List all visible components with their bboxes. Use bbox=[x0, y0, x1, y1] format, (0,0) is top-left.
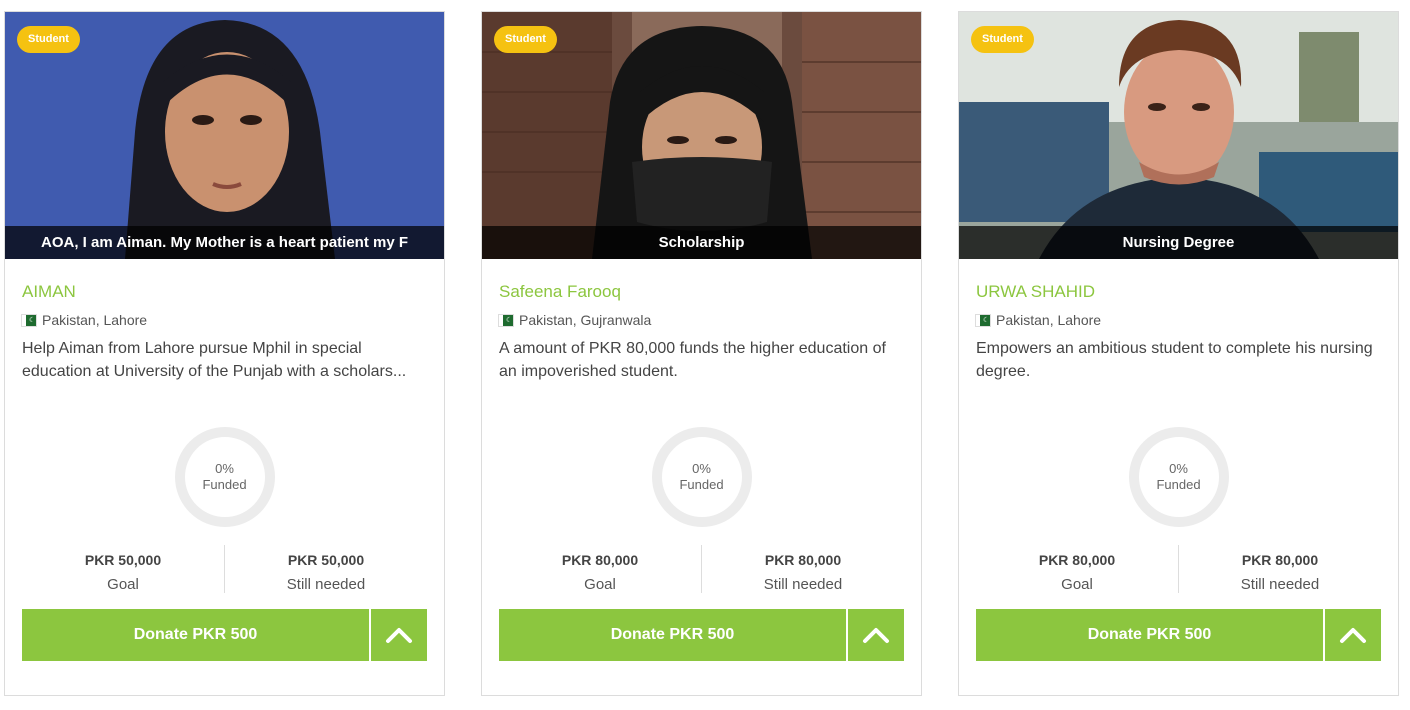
campaign-description: Empowers an ambitious student to complet… bbox=[976, 340, 1373, 380]
location: ☾ Pakistan, Lahore bbox=[976, 311, 1381, 329]
pakistan-flag-icon: ☾ bbox=[22, 314, 36, 326]
card-actions: Donate PKR 500 bbox=[22, 609, 427, 661]
campaign-photo[interactable]: Student Scholarship bbox=[482, 12, 921, 259]
funding-stats: PKR 80,000 Goal PKR 80,000 Still needed bbox=[499, 545, 904, 593]
goal-amount: PKR 50,000 bbox=[84, 552, 162, 568]
photo-caption: Nursing Degree bbox=[959, 226, 1398, 259]
funding-ring: 0% Funded bbox=[651, 427, 752, 527]
campaign-card[interactable]: Student Nursing Degree URWA SHAHID ☾ Pak… bbox=[958, 11, 1399, 696]
goal-amount: PKR 80,000 bbox=[1038, 552, 1116, 568]
funding-progress: 0% Funded bbox=[976, 427, 1381, 533]
location: ☾ Pakistan, Lahore bbox=[22, 311, 427, 329]
campaign-description: Help Aiman from Lahore pursue Mphil in s… bbox=[22, 340, 407, 380]
beneficiary-name[interactable]: URWA SHAHID bbox=[976, 281, 1381, 303]
category-badge: Student bbox=[971, 26, 1034, 53]
category-badge: Student bbox=[494, 26, 557, 53]
funding-ring: 0% Funded bbox=[174, 427, 275, 527]
needed-stat: PKR 50,000 Still needed bbox=[224, 545, 427, 593]
chevron-up-icon bbox=[386, 628, 412, 643]
category-badge: Student bbox=[17, 26, 80, 53]
goal-stat: PKR 80,000 Goal bbox=[499, 545, 701, 593]
funded-percent: 0% bbox=[215, 461, 234, 476]
goal-label: Goal bbox=[584, 576, 616, 593]
goal-amount: PKR 80,000 bbox=[561, 552, 639, 568]
card-actions: Donate PKR 500 bbox=[499, 609, 904, 661]
needed-label: Still needed bbox=[286, 576, 366, 593]
goal-label: Goal bbox=[107, 576, 139, 593]
funding-progress: 0% Funded bbox=[22, 427, 427, 533]
needed-amount: PKR 80,000 bbox=[1241, 552, 1319, 568]
funded-percent: 0% bbox=[1169, 461, 1188, 476]
chevron-up-icon bbox=[1340, 628, 1366, 643]
needed-label: Still needed bbox=[763, 576, 843, 593]
expand-toggle-button[interactable] bbox=[371, 609, 427, 661]
chevron-up-icon bbox=[863, 628, 889, 643]
photo-caption: Scholarship bbox=[482, 226, 921, 259]
campaign-card[interactable]: Student Scholarship Safeena Farooq ☾ Pak… bbox=[481, 11, 922, 696]
pakistan-flag-icon: ☾ bbox=[976, 314, 990, 326]
photo-caption: AOA, I am Aiman. My Mother is a heart pa… bbox=[5, 226, 444, 259]
goal-label: Goal bbox=[1061, 576, 1093, 593]
goal-stat: PKR 50,000 Goal bbox=[22, 545, 224, 593]
location-text: Pakistan, Lahore bbox=[42, 312, 148, 328]
funding-ring: 0% Funded bbox=[1128, 427, 1229, 527]
donate-button[interactable]: Donate PKR 500 bbox=[976, 609, 1323, 661]
funded-percent: 0% bbox=[692, 461, 711, 476]
beneficiary-name[interactable]: AIMAN bbox=[22, 281, 427, 303]
needed-stat: PKR 80,000 Still needed bbox=[701, 545, 904, 593]
card-actions: Donate PKR 500 bbox=[976, 609, 1381, 661]
campaign-photo[interactable]: Student AOA, I am Aiman. My Mother is a … bbox=[5, 12, 444, 259]
campaign-description: A amount of PKR 80,000 funds the higher … bbox=[499, 340, 886, 380]
location-text: Pakistan, Lahore bbox=[996, 312, 1102, 328]
funded-label: Funded bbox=[679, 477, 724, 492]
location: ☾ Pakistan, Gujranwala bbox=[499, 311, 904, 329]
location-text: Pakistan, Gujranwala bbox=[519, 312, 652, 328]
donate-button[interactable]: Donate PKR 500 bbox=[499, 609, 846, 661]
funded-label: Funded bbox=[1156, 477, 1201, 492]
expand-toggle-button[interactable] bbox=[1325, 609, 1381, 661]
funding-stats: PKR 50,000 Goal PKR 50,000 Still needed bbox=[22, 545, 427, 593]
needed-amount: PKR 50,000 bbox=[287, 552, 365, 568]
funding-progress: 0% Funded bbox=[499, 427, 904, 533]
expand-toggle-button[interactable] bbox=[848, 609, 904, 661]
needed-label: Still needed bbox=[1240, 576, 1320, 593]
campaign-photo[interactable]: Student Nursing Degree bbox=[959, 12, 1398, 259]
beneficiary-name[interactable]: Safeena Farooq bbox=[499, 281, 904, 303]
needed-stat: PKR 80,000 Still needed bbox=[1178, 545, 1381, 593]
campaign-card[interactable]: Student AOA, I am Aiman. My Mother is a … bbox=[4, 11, 445, 696]
donate-button[interactable]: Donate PKR 500 bbox=[22, 609, 369, 661]
funding-stats: PKR 80,000 Goal PKR 80,000 Still needed bbox=[976, 545, 1381, 593]
pakistan-flag-icon: ☾ bbox=[499, 314, 513, 326]
funded-label: Funded bbox=[202, 477, 247, 492]
goal-stat: PKR 80,000 Goal bbox=[976, 545, 1178, 593]
needed-amount: PKR 80,000 bbox=[764, 552, 842, 568]
